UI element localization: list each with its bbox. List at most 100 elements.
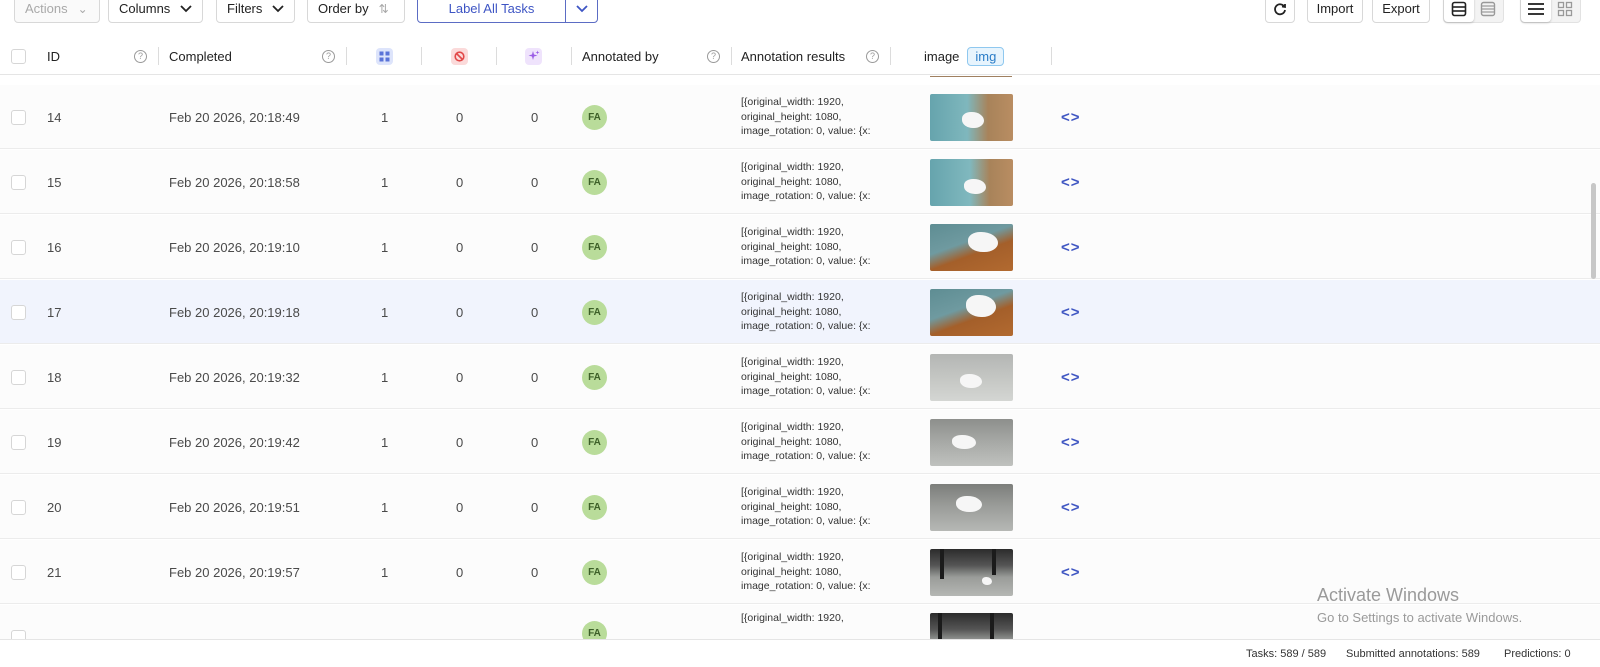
code-view-icon[interactable]: <>	[1061, 540, 1081, 604]
export-button[interactable]: Export	[1372, 0, 1430, 23]
help-icon[interactable]: ?	[134, 37, 147, 75]
columns-button[interactable]: Columns	[108, 0, 203, 23]
cell-annotation-results: [{original_width: 1920, original_height: …	[741, 226, 871, 268]
row-checkbox[interactable]	[11, 280, 26, 344]
cell-completed: Feb 20 2026, 20:18:49	[169, 109, 300, 125]
table-row[interactable]: 15 Feb 20 2026, 20:18:58 1 0 0 FA [{orig…	[0, 150, 1600, 214]
column-image[interactable]: image img	[924, 37, 1005, 75]
table-row[interactable]: 17 Feb 20 2026, 20:19:18 1 0 0 FA [{orig…	[0, 280, 1600, 344]
table-row[interactable]: 16 Feb 20 2026, 20:19:10 1 0 0 FA [{orig…	[0, 215, 1600, 279]
cell-id: 16	[47, 239, 62, 255]
column-total-annotations[interactable]	[376, 37, 393, 75]
image-thumbnail[interactable]	[930, 215, 1013, 279]
image-thumbnail[interactable]	[930, 280, 1013, 344]
cell-annotation-results: [{original_width: 1920, original_height: …	[741, 96, 871, 138]
code-view-icon[interactable]: <>	[1061, 280, 1081, 344]
cancelled-icon	[451, 47, 468, 65]
column-id[interactable]: ID	[47, 37, 60, 75]
image-thumbnail[interactable]	[930, 150, 1013, 214]
cell-predictions: 0	[531, 239, 539, 255]
filters-button[interactable]: Filters	[216, 0, 295, 23]
grid-layout-option[interactable]	[1551, 0, 1581, 22]
predictions-count: Predictions: 0	[1504, 648, 1571, 660]
label-all-tasks-group: Label All Tasks	[417, 0, 598, 23]
image-thumbnail[interactable]	[930, 613, 1013, 639]
cell-predictions: 0	[531, 434, 539, 450]
tasks-count: Tasks: 589 / 589	[1246, 648, 1327, 660]
cell-cancelled: 0	[456, 304, 464, 320]
row-checkbox[interactable]	[11, 605, 26, 639]
code-view-icon[interactable]: <>	[1061, 85, 1081, 149]
cell-completed: Feb 20 2026, 20:18:58	[169, 174, 300, 190]
code-view-icon[interactable]: <>	[1061, 475, 1081, 539]
annotator-avatar: FA	[582, 215, 607, 279]
column-predictions[interactable]	[525, 37, 542, 75]
refresh-icon	[1274, 2, 1286, 15]
table-row[interactable]: 18 Feb 20 2026, 20:19:32 1 0 0 FA [{orig…	[0, 345, 1600, 409]
table-row[interactable]: 14 Feb 20 2026, 20:18:49 1 0 0 FA [{orig…	[0, 85, 1600, 149]
table-row[interactable]: 20 Feb 20 2026, 20:19:51 1 0 0 FA [{orig…	[0, 475, 1600, 539]
cell-id: 19	[47, 434, 62, 450]
cell-completed: Feb 20 2026, 20:19:51	[169, 499, 300, 515]
cell-id: 20	[47, 499, 62, 515]
table-row[interactable]: 19 Feb 20 2026, 20:19:42 1 0 0 FA [{orig…	[0, 410, 1600, 474]
import-button[interactable]: Import	[1307, 0, 1363, 23]
row-checkbox[interactable]	[11, 345, 26, 409]
help-icon[interactable]: ?	[322, 37, 335, 75]
refresh-button[interactable]	[1265, 0, 1295, 23]
vertical-scrollbar[interactable]	[1591, 183, 1596, 279]
code-view-icon[interactable]: <>	[1061, 215, 1081, 279]
table-header: ID ? Completed ? Annotated by ? Annotati…	[0, 37, 1600, 75]
row-checkbox[interactable]	[11, 85, 26, 149]
cell-annotation-results: [{original_width: 1920, original_height: …	[741, 421, 871, 463]
image-type-badge: img	[967, 46, 1005, 66]
label-all-dropdown-button[interactable]	[566, 0, 597, 22]
code-view-icon[interactable]: <>	[1061, 150, 1081, 214]
cell-predictions: 0	[531, 174, 539, 190]
column-cancelled[interactable]	[451, 37, 468, 75]
image-thumbnail[interactable]	[930, 410, 1013, 474]
column-divider	[1051, 47, 1052, 65]
row-checkbox[interactable]	[11, 215, 26, 279]
cell-predictions: 0	[531, 499, 539, 515]
windows-activation-watermark: Activate Windows Go to Settings to activ…	[1317, 585, 1522, 625]
code-view-icon[interactable]: <>	[1061, 345, 1081, 409]
list-view-option[interactable]	[1444, 0, 1474, 22]
annotator-avatar: FA	[582, 345, 607, 409]
annotations-icon	[376, 47, 393, 65]
actions-button[interactable]: Actions ⌄	[14, 0, 100, 23]
image-thumbnail[interactable]	[930, 540, 1013, 604]
select-all-checkbox[interactable]	[11, 37, 26, 75]
row-checkbox[interactable]	[11, 150, 26, 214]
cell-total-annotations: 1	[381, 239, 389, 255]
column-annotation-results[interactable]: Annotation results	[741, 37, 845, 75]
cell-predictions: 0	[531, 564, 539, 580]
cell-annotation-results: [{original_width: 1920, original_height: …	[741, 551, 871, 593]
code-view-icon[interactable]: <>	[1061, 410, 1081, 474]
row-checkbox[interactable]	[11, 540, 26, 604]
task-table-body: 14 Feb 20 2026, 20:18:49 1 0 0 FA [{orig…	[0, 76, 1600, 639]
list-icon	[1527, 2, 1544, 15]
sort-icon: ⇅	[378, 1, 389, 16]
cell-annotation-results: [{original_width: 1920, original_height: …	[741, 486, 871, 528]
label-all-tasks-button[interactable]: Label All Tasks	[418, 0, 566, 22]
annotator-avatar: FA	[582, 475, 607, 539]
compact-view-option[interactable]	[1474, 0, 1504, 22]
image-thumbnail[interactable]	[930, 345, 1013, 409]
column-completed[interactable]: Completed	[169, 37, 232, 75]
row-checkbox[interactable]	[11, 410, 26, 474]
watermark-subtitle: Go to Settings to activate Windows.	[1317, 610, 1523, 625]
cell-cancelled: 0	[456, 174, 464, 190]
help-icon[interactable]: ?	[707, 37, 720, 75]
row-checkbox[interactable]	[11, 475, 26, 539]
chevron-down-icon	[180, 2, 192, 16]
image-thumbnail[interactable]	[930, 475, 1013, 539]
order-by-button[interactable]: Order by ⇅	[307, 0, 405, 23]
image-thumbnail[interactable]	[930, 85, 1013, 149]
list-layout-option[interactable]	[1521, 0, 1551, 22]
cell-annotation-results: [{original_width: 1920, original_height: …	[741, 291, 871, 333]
cell-predictions: 0	[531, 369, 539, 385]
help-icon[interactable]: ?	[866, 37, 879, 75]
annotator-avatar: FA	[582, 621, 607, 639]
column-annotated-by[interactable]: Annotated by	[582, 37, 659, 75]
